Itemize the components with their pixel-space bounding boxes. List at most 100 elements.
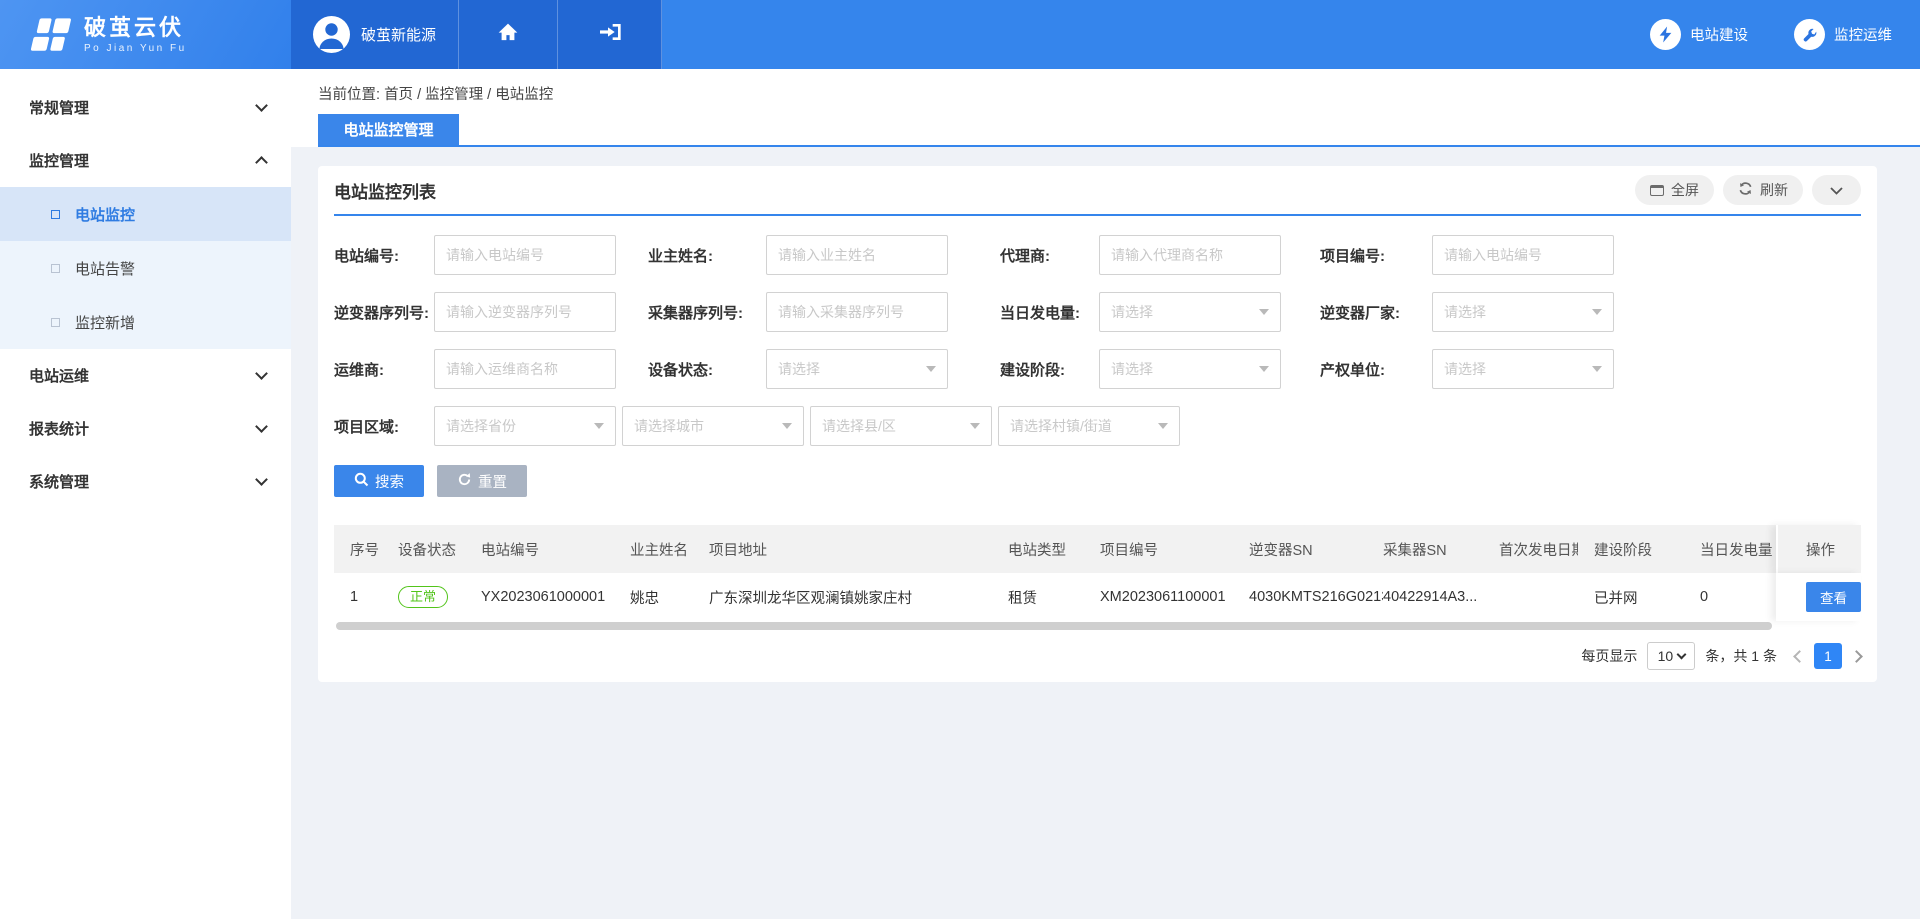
select-placeholder: 请选择城市 (634, 416, 704, 436)
collector-sn-input[interactable] (766, 292, 948, 332)
field-label: 代理商: (1000, 245, 1099, 266)
dropdown-arrow-icon (970, 423, 980, 429)
app: 破茧云伏 Po Jian Yun Fu 破茧新能源 (0, 0, 1920, 919)
topbar: 破茧云伏 Po Jian Yun Fu 破茧新能源 (0, 0, 1920, 69)
inverter-maker-select[interactable]: 请选择 (1432, 292, 1614, 332)
sidebar-item-report-stats[interactable]: 报表统计 (0, 402, 291, 455)
filter-form: 电站编号: 业主姓名: 代理商: 项目编号: 逆变器序列号: (334, 216, 1861, 497)
col-header-address: 项目地址 (693, 539, 992, 560)
panel-title: 电站监控列表 (334, 178, 1626, 203)
home-button[interactable] (459, 0, 558, 69)
refresh-button[interactable]: 刷新 (1723, 175, 1803, 205)
sidebar-item-station-alarm[interactable]: 电站告警 (0, 241, 291, 295)
cell-address: 广东深圳龙华区观澜镇姚家庄村 (693, 587, 992, 608)
cell-stage: 已并网 (1578, 587, 1684, 608)
col-header-device-status: 设备状态 (382, 539, 465, 560)
sidebar-item-label: 常规管理 (29, 97, 257, 118)
col-header-station-no: 电站编号 (465, 539, 614, 560)
owner-name-input[interactable] (766, 235, 948, 275)
agent-input[interactable] (1099, 235, 1281, 275)
collapse-button[interactable] (1812, 175, 1861, 205)
sidebar: 常规管理 监控管理 电站监控 电站告警 监控新增 (0, 69, 291, 919)
district-select[interactable]: 请选择县/区 (810, 406, 992, 446)
panel-header: 电站监控列表 全屏 (334, 166, 1861, 216)
logout-button[interactable] (558, 0, 662, 69)
cell-owner: 姚忠 (614, 587, 693, 608)
sidebar-item-label: 电站运维 (29, 365, 257, 386)
nav-monitor-ops[interactable]: 监控运维 (1794, 19, 1892, 50)
brand-logo: 破茧云伏 Po Jian Yun Fu (0, 0, 291, 69)
daily-generation-select[interactable]: 请选择 (1099, 292, 1281, 332)
breadcrumb-bar: 当前位置: 首页 / 监控管理 / 电站监控 电站监控管理 (291, 69, 1920, 147)
select-placeholder: 请选择 (1111, 302, 1153, 322)
breadcrumb: 当前位置: 首页 / 监控管理 / 电站监控 (291, 69, 1920, 104)
sidebar-subitem-label: 监控新增 (75, 312, 135, 333)
col-header-owner: 业主姓名 (614, 539, 693, 560)
sidebar-item-label: 报表统计 (29, 418, 257, 439)
filter-row-1: 电站编号: 业主姓名: 代理商: 项目编号: (334, 235, 1861, 275)
field-label: 业主姓名: (648, 245, 766, 266)
town-select[interactable]: 请选择村镇/街道 (998, 406, 1180, 446)
sidebar-item-label: 监控管理 (29, 150, 257, 171)
col-header-stage: 建设阶段 (1578, 539, 1684, 560)
reset-button[interactable]: 重置 (437, 465, 527, 497)
per-page-select[interactable]: 10 (1647, 642, 1695, 670)
station-no-input[interactable] (434, 235, 616, 275)
province-select[interactable]: 请选择省份 (434, 406, 616, 446)
sidebar-item-monitor-management[interactable]: 监控管理 (0, 134, 291, 187)
square-icon (51, 210, 60, 219)
inverter-sn-input[interactable] (434, 292, 616, 332)
dropdown-arrow-icon (1259, 366, 1269, 372)
nav-station-construction[interactable]: 电站建设 (1650, 19, 1748, 50)
sidebar-item-system-management[interactable]: 系统管理 (0, 455, 291, 508)
sidebar-item-station-monitor[interactable]: 电站监控 (0, 187, 291, 241)
chevron-down-icon (255, 99, 268, 112)
cell-daily-gen: 0 (1684, 589, 1776, 605)
login-arrow-icon (598, 22, 622, 47)
filter-row-3: 运维商: 设备状态: 请选择 建设阶段: 请选择 (334, 349, 1861, 389)
select-placeholder: 请选择县/区 (822, 416, 896, 436)
cell-project-no: XM2023061100001 (1084, 589, 1233, 605)
cell-type: 租赁 (992, 587, 1084, 608)
search-button[interactable]: 搜索 (334, 465, 424, 497)
reset-icon (457, 472, 472, 491)
chevron-down-icon (1830, 182, 1843, 198)
nav-label: 监控运维 (1834, 24, 1892, 45)
view-button[interactable]: 查看 (1806, 582, 1861, 612)
brand-text: 破茧云伏 Po Jian Yun Fu (84, 16, 187, 54)
col-header-actions: 操作 (1776, 525, 1861, 573)
dropdown-arrow-icon (1259, 309, 1269, 315)
next-page-button[interactable] (1850, 650, 1863, 663)
topbar-center: 破茧新能源 (291, 0, 662, 69)
page-number-1[interactable]: 1 (1814, 643, 1842, 669)
search-icon (354, 472, 369, 491)
user-menu[interactable]: 破茧新能源 (291, 0, 459, 69)
chevron-down-icon (1677, 650, 1687, 660)
col-header-type: 电站类型 (992, 539, 1084, 560)
field-label: 采集器序列号: (648, 302, 766, 323)
prev-page-button[interactable] (1793, 650, 1806, 663)
sidebar-item-station-ops[interactable]: 电站运维 (0, 349, 291, 402)
cell-actions: 查看 (1776, 573, 1861, 621)
select-placeholder: 请选择省份 (446, 416, 516, 436)
sidebar-item-monitor-add[interactable]: 监控新增 (0, 295, 291, 349)
build-stage-select[interactable]: 请选择 (1099, 349, 1281, 389)
chevron-up-icon (255, 156, 268, 169)
field-label: 逆变器厂家: (1320, 302, 1432, 323)
tab-strip: 电站监控管理 (318, 114, 1920, 147)
device-status-select[interactable]: 请选择 (766, 349, 948, 389)
fullscreen-button[interactable]: 全屏 (1635, 175, 1714, 205)
tab-station-monitor-management[interactable]: 电站监控管理 (318, 114, 459, 145)
select-placeholder: 请选择 (1444, 359, 1486, 379)
property-unit-select[interactable]: 请选择 (1432, 349, 1614, 389)
city-select[interactable]: 请选择城市 (622, 406, 804, 446)
col-header-first-gen-date: 首次发电日期 (1483, 539, 1578, 560)
horizontal-scrollbar[interactable] (336, 622, 1772, 630)
total-count-label: 条，共 1 条 (1705, 646, 1777, 666)
ops-provider-input[interactable] (434, 349, 616, 389)
nav-label: 电站建设 (1690, 24, 1748, 45)
per-page-value: 10 (1658, 648, 1674, 664)
project-no-input[interactable] (1432, 235, 1614, 275)
sidebar-item-general-management[interactable]: 常规管理 (0, 81, 291, 134)
brand-logo-icon (22, 14, 72, 56)
